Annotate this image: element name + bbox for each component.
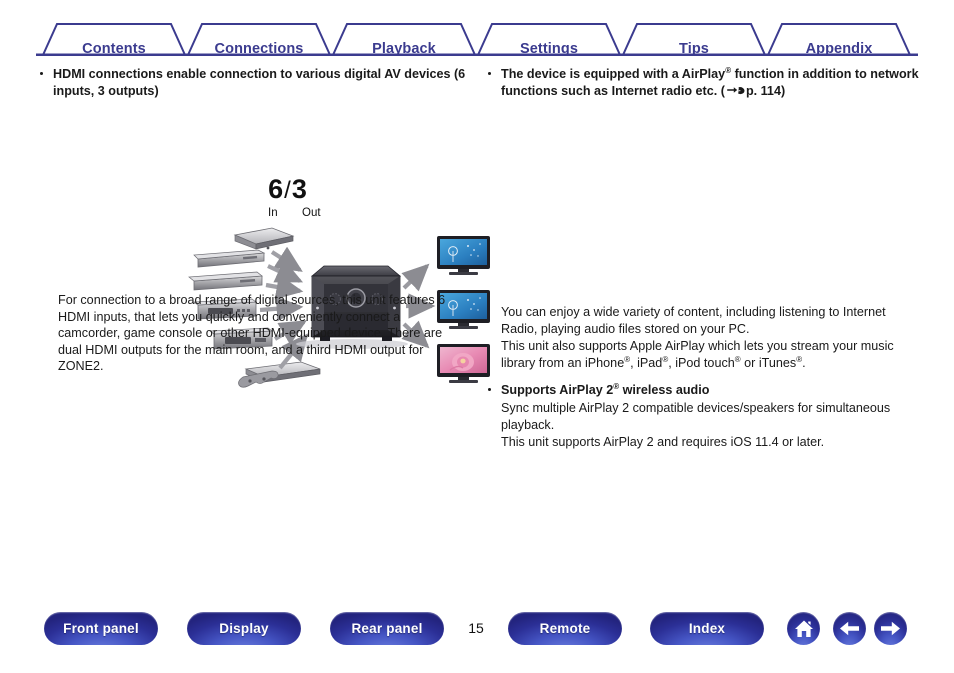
tab-appendix[interactable]: Appendix xyxy=(806,41,873,57)
top-tab-bar: Contents Connections Playback Settings T… xyxy=(0,18,954,57)
right-body-paragraph-2: This unit also supports Apple AirPlay wh… xyxy=(484,338,902,371)
back-arrow-icon xyxy=(840,621,859,636)
front-panel-button[interactable]: Front panel xyxy=(44,612,158,645)
airplay-support-text-c: , iPod touch xyxy=(668,355,735,370)
in-label: In xyxy=(268,207,278,219)
airplay2-heading-post: wireless audio xyxy=(619,383,710,397)
source-device-1 xyxy=(233,227,295,250)
in-out-numbers: 6/3 xyxy=(72,174,504,206)
left-bullet-heading: HDMI connections enable connection to va… xyxy=(36,66,468,99)
airplay2-heading-pre: Supports AirPlay 2 xyxy=(501,383,614,397)
left-body-text: For connection to a broad range of digit… xyxy=(58,293,446,374)
tab-tips[interactable]: Tips xyxy=(679,41,709,57)
bullet-dot xyxy=(40,71,44,75)
in-count: 6 xyxy=(268,174,285,204)
bottom-navigation-bar: Front panel Display Rear panel 15 Remote… xyxy=(0,612,954,662)
airplay2-body-1: Sync multiple AirPlay 2 compatible devic… xyxy=(501,401,891,432)
back-button[interactable] xyxy=(833,612,866,645)
left-column: HDMI connections enable connection to va… xyxy=(36,66,490,388)
home-icon xyxy=(794,620,813,637)
forward-arrow-icon xyxy=(881,621,900,636)
index-button[interactable]: Index xyxy=(650,612,764,645)
rear-panel-button[interactable]: Rear panel xyxy=(330,612,444,645)
bullet-dot xyxy=(488,387,492,391)
source-device-3 xyxy=(188,271,263,291)
tab-connections[interactable]: Connections xyxy=(215,41,304,57)
tab-playback[interactable]: Playback xyxy=(372,41,436,57)
tab-settings[interactable]: Settings xyxy=(520,41,578,57)
output-display-1 xyxy=(437,236,490,275)
page-number: 15 xyxy=(468,620,484,636)
in-out-counts: 6/3 In Out xyxy=(72,174,504,220)
right-bullet-heading: The device is equipped with a AirPlay® f… xyxy=(484,66,920,99)
airplay-support-text-d: or iTunes xyxy=(740,355,797,370)
bullet-dot xyxy=(488,71,492,75)
home-button[interactable] xyxy=(787,612,820,645)
out-label: Out xyxy=(302,207,321,219)
in-out-labels: In Out xyxy=(72,206,504,220)
forward-button[interactable] xyxy=(874,612,907,645)
airplay-support-text-b: , iPad xyxy=(630,355,663,370)
airplay2-bullet-heading: Supports AirPlay 2® wireless audio xyxy=(484,382,914,399)
remote-button[interactable]: Remote xyxy=(508,612,622,645)
pointing-hand-icon xyxy=(727,86,745,94)
tab-contents[interactable]: Contents xyxy=(82,41,146,57)
manual-page: Contents Connections Playback Settings T… xyxy=(0,0,954,673)
right-bullet-text-pre: The device is equipped with a AirPlay xyxy=(501,67,726,81)
left-bullet-text: HDMI connections enable connection to va… xyxy=(53,67,466,98)
right-column: The device is equipped with a AirPlay® f… xyxy=(484,66,920,449)
count-separator: / xyxy=(284,177,292,204)
display-button[interactable]: Display xyxy=(187,612,301,645)
airplay2-body-2: This unit supports AirPlay 2 and require… xyxy=(501,435,825,449)
out-count: 3 xyxy=(291,174,308,204)
right-body-paragraph-1: You can enjoy a wide variety of content,… xyxy=(501,305,886,336)
source-device-2 xyxy=(193,249,266,268)
right-bullet-reference: p. 114) xyxy=(745,83,786,98)
airplay-support-text-e: . xyxy=(802,355,806,370)
